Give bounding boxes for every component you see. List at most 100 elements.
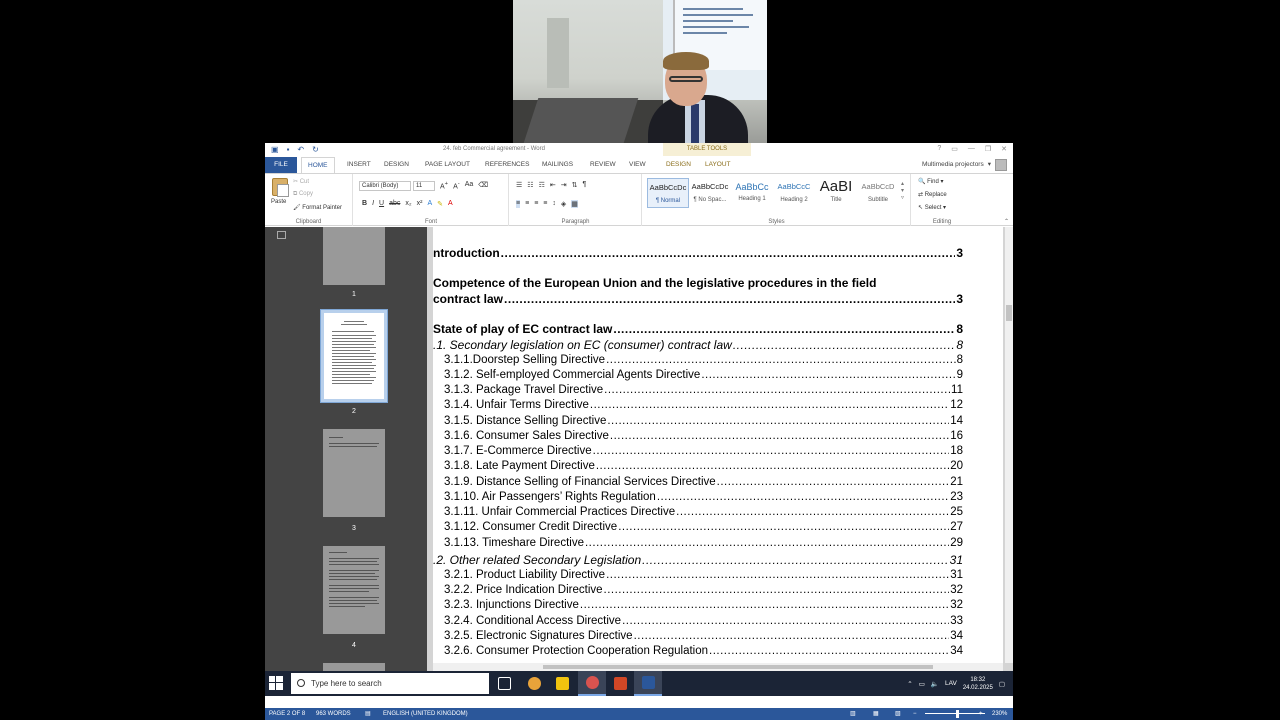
page-thumbnail-4[interactable] (323, 546, 385, 634)
clear-format-icon[interactable]: ⌫ (478, 181, 488, 190)
toc-entry[interactable]: 3.1.4. Unfair Terms Directive 12 (433, 399, 963, 411)
toc-entry[interactable]: 3.1.1.Doorstep Selling Directive 8 (433, 354, 963, 366)
undo-icon[interactable]: ↶ (297, 145, 304, 154)
toc-entry[interactable]: 3.1.11. Unfair Commercial Practices Dire… (433, 506, 963, 518)
page-thumbnail-1[interactable] (323, 227, 385, 285)
restore-button[interactable]: ❐ (985, 145, 991, 153)
sort-icon[interactable]: ⇅ (572, 181, 578, 189)
taskbar-chrome-button[interactable] (520, 671, 548, 696)
toc-entry[interactable]: 3.1.13. Timeshare Directive 29 (433, 537, 963, 549)
taskbar-powerpoint-button[interactable] (606, 671, 634, 696)
toc-entry[interactable]: 3.1.5. Distance Selling Directive 14 (433, 415, 963, 427)
style-title[interactable]: AaBI Title (815, 178, 857, 208)
toc-entry[interactable]: 3.2.2. Price Indication Directive 32 (433, 584, 963, 596)
proofing-icon[interactable]: ▤ (365, 708, 371, 720)
tab-mailings[interactable]: MAILINGS (536, 157, 579, 173)
tab-page-layout[interactable]: PAGE LAYOUT (419, 157, 476, 173)
toc-entry[interactable]: 3.2.4. Conditional Access Directive 33 (433, 615, 963, 627)
toc-entry[interactable]: 3.2.6. Consumer Protection Cooperation R… (433, 645, 963, 657)
select-button[interactable]: ↖ Select ▾ (918, 204, 946, 211)
account-area[interactable]: Multimedia projectors ▾ (922, 157, 1007, 173)
style-normal[interactable]: AaBbCcDc ¶ Normal (647, 178, 689, 208)
align-right-icon[interactable]: ≡ (534, 200, 538, 208)
read-mode-icon[interactable]: ▥ (850, 708, 856, 720)
change-case-icon[interactable]: Aa (465, 181, 474, 190)
shading-icon[interactable]: ◈ (561, 200, 566, 208)
tab-table-layout[interactable]: LAYOUT (699, 157, 737, 173)
style-no-spacing[interactable]: AaBbCcDc ¶ No Spac... (689, 178, 731, 208)
strikethrough-icon[interactable]: abc (389, 200, 400, 208)
copy-button[interactable]: ⧉ Copy (293, 191, 313, 198)
taskbar-task-view-button[interactable] (490, 671, 518, 696)
toc-entry[interactable]: 3.1.3. Package Travel Directive 11 (433, 384, 963, 396)
taskbar-chrome-alt-button[interactable] (578, 671, 606, 696)
avatar[interactable] (995, 159, 1007, 171)
input-language[interactable]: LAV (945, 680, 957, 687)
taskbar-file-explorer-button[interactable] (548, 671, 576, 696)
tab-file[interactable]: FILE (265, 157, 297, 173)
increase-indent-icon[interactable]: ⇥ (561, 181, 567, 189)
toc-entry[interactable]: 3.1.6. Consumer Sales Directive 16 (433, 430, 963, 442)
paste-button[interactable]: Paste (271, 199, 286, 205)
decrease-indent-icon[interactable]: ⇤ (550, 181, 556, 189)
page-thumbnail-3[interactable] (323, 429, 385, 517)
shrink-font-icon[interactable]: A- (453, 181, 460, 190)
line-spacing-icon[interactable]: ↕ (552, 200, 556, 208)
zoom-level[interactable]: 230% (992, 708, 1007, 720)
zoom-in-icon[interactable]: + (979, 708, 983, 720)
subscript-icon[interactable]: x₂ (405, 200, 411, 208)
replace-button[interactable]: ⇄ Replace (918, 191, 947, 198)
pages-view-icon[interactable] (277, 231, 286, 239)
toc-entry[interactable]: Competence of the European Union and the… (433, 276, 963, 290)
speaker-icon[interactable]: 🔈 (931, 680, 939, 688)
pilcrow-icon[interactable]: ¶ (582, 181, 586, 189)
page-thumbnail-5[interactable] (323, 663, 385, 671)
toc-entry[interactable]: ntroduction 3 (433, 246, 963, 260)
toc-entry[interactable]: 3.1.9. Distance Selling of Financial Ser… (433, 476, 963, 488)
font-name-select[interactable]: Calibri (Body) (359, 181, 411, 191)
paste-icon[interactable] (272, 178, 289, 197)
align-center-icon[interactable]: ≡ (525, 200, 529, 208)
redo-icon[interactable]: ↻ (312, 145, 319, 154)
vertical-scrollbar[interactable] (1005, 227, 1013, 663)
zoom-slider[interactable] (925, 713, 985, 714)
toc-entry[interactable]: 3.1.2. Self-employed Commercial Agents D… (433, 369, 963, 381)
minimize-button[interactable]: — (968, 145, 975, 153)
align-left-icon[interactable]: ≡ (516, 200, 521, 208)
tab-view[interactable]: VIEW (623, 157, 652, 173)
chevron-up-icon[interactable]: ⌃ (907, 680, 912, 688)
numbering-icon[interactable]: ☷ (527, 181, 533, 189)
toc-entry[interactable]: 3.2.5. Electronic Signatures Directive 34 (433, 630, 963, 642)
tab-home[interactable]: HOME (301, 157, 335, 173)
find-button[interactable]: 🔍 Find ▾ (918, 178, 944, 185)
collapse-ribbon-icon[interactable]: ⌃ (1004, 218, 1009, 225)
style-heading-2[interactable]: AaBbCcC Heading 2 (773, 178, 815, 208)
language-status[interactable]: ENGLISH (UNITED KINGDOM) (383, 708, 468, 720)
style-heading-1[interactable]: AaBbCc Heading 1 (731, 178, 773, 208)
underline-icon[interactable]: U (379, 200, 384, 208)
toc-entry[interactable]: .2. Other related Secondary Legislation 3… (433, 553, 963, 567)
ribbon-display-button[interactable]: ▭ (951, 145, 958, 153)
taskbar-search-input[interactable]: Type here to search (291, 673, 489, 694)
zoom-slider-handle[interactable] (956, 710, 959, 718)
bullets-icon[interactable]: ☰ (516, 181, 522, 189)
tab-design[interactable]: DESIGN (378, 157, 415, 173)
page-thumbnail-2[interactable] (320, 309, 388, 403)
highlight-icon[interactable]: ✎ (437, 200, 443, 208)
style-subtitle[interactable]: AaBbCcD Subtitle (857, 178, 899, 208)
windows-start-icon[interactable] (269, 676, 283, 690)
toc-entry[interactable]: 3.1.7. E-Commerce Directive 18 (433, 445, 963, 457)
multilevel-list-icon[interactable]: ☶ (539, 181, 545, 189)
zoom-out-icon[interactable]: − (913, 708, 917, 720)
tab-review[interactable]: REVIEW (584, 157, 622, 173)
print-layout-icon[interactable]: ▦ (873, 708, 879, 720)
toc-entry[interactable]: contract law 3 (433, 292, 963, 306)
help-button[interactable]: ? (937, 145, 941, 153)
tab-references[interactable]: REFERENCES (479, 157, 535, 173)
toc-entry[interactable]: 3.1.12. Consumer Credit Directive 27 (433, 521, 963, 533)
text-effects-icon[interactable]: A (427, 200, 432, 208)
account-name[interactable]: Multimedia projectors (922, 157, 984, 173)
toc-entry[interactable]: 3.2.3. Injunctions Directive 32 (433, 599, 963, 611)
toc-entry[interactable]: 3.1.8. Late Payment Directive 20 (433, 460, 963, 472)
styles-scroll-icon[interactable]: ▴ ▾ ▿ (901, 180, 904, 201)
